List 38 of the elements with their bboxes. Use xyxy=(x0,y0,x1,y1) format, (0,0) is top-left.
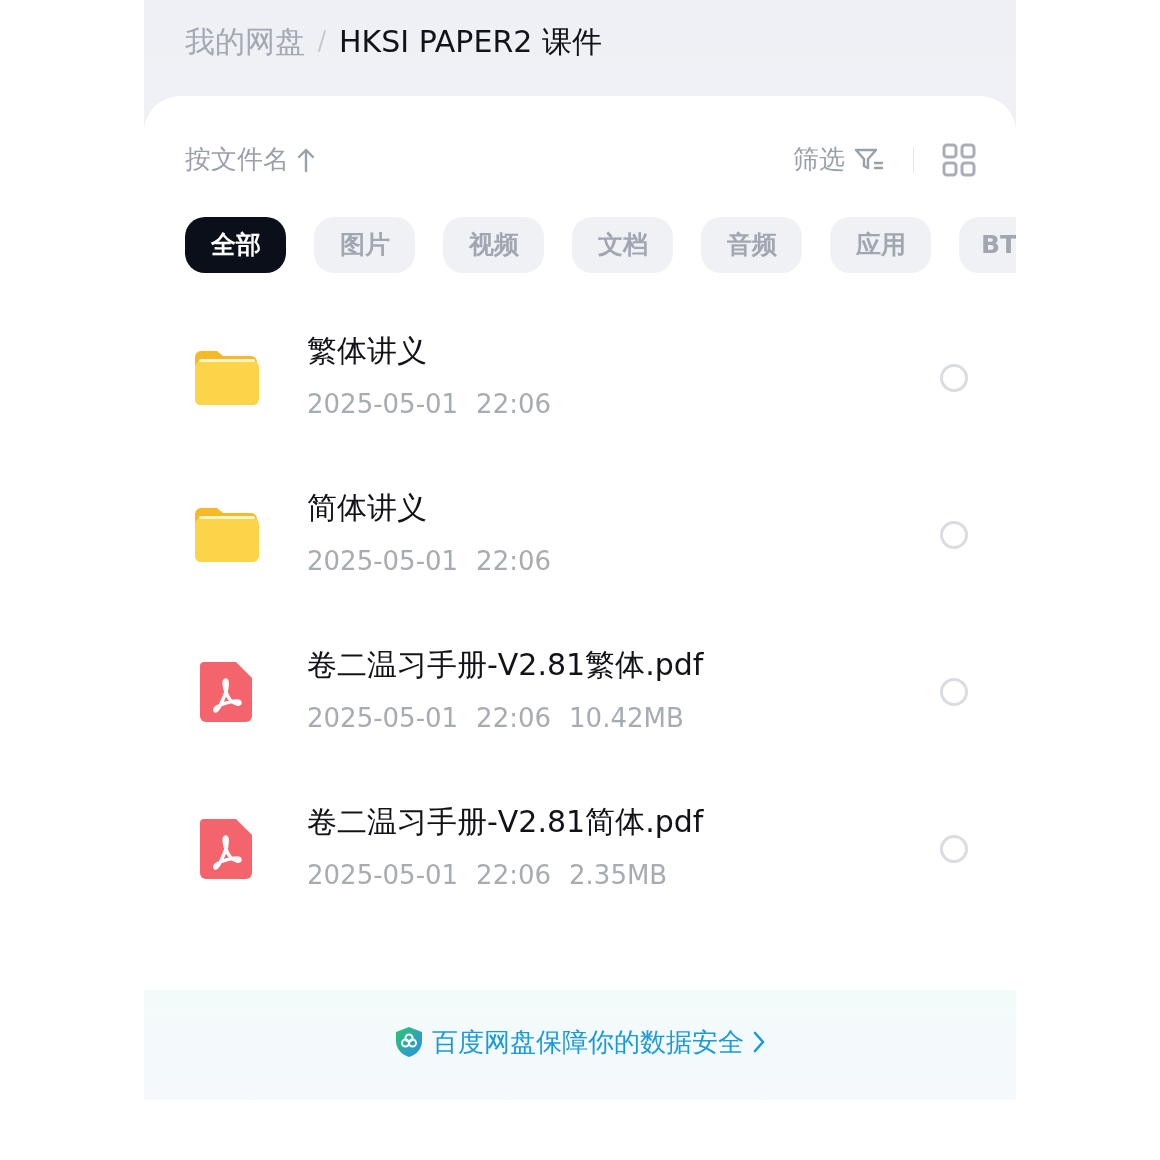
modified-time: 22:06 xyxy=(476,387,552,421)
filter-button[interactable]: 筛选 xyxy=(792,140,885,179)
pdf-file-icon xyxy=(200,818,252,879)
category-tab[interactable]: 全部 xyxy=(185,217,286,273)
security-notice-link[interactable]: 百度网盘保障你的数据安全 xyxy=(432,1022,744,1062)
select-radio[interactable] xyxy=(940,677,968,706)
file-size: 10.42MB xyxy=(569,701,684,735)
shield-icon xyxy=(394,1026,424,1058)
file-size: 2.35MB xyxy=(569,858,668,892)
category-tab[interactable]: 应用 xyxy=(830,217,931,273)
folder-icon xyxy=(193,348,259,407)
category-tab[interactable]: 视频 xyxy=(443,217,544,273)
grid-view-icon[interactable] xyxy=(942,142,976,177)
select-radio[interactable] xyxy=(940,520,968,549)
breadcrumb-link[interactable]: 我的网盘 xyxy=(185,18,305,64)
modified-date: 2025-05-01 xyxy=(307,544,459,578)
modified-time: 22:06 xyxy=(476,701,552,735)
sort-label[interactable]: 按文件名 xyxy=(185,140,289,179)
modified-time: 22:06 xyxy=(476,544,552,578)
select-radio[interactable] xyxy=(940,834,968,863)
current-folder-title: HKSI PAPER2 课件 xyxy=(339,22,602,61)
chevron-right-icon xyxy=(752,1030,766,1054)
select-radio[interactable] xyxy=(940,363,968,392)
file-name[interactable]: 卷二温习手册-V2.81繁体.pdf xyxy=(307,641,940,687)
breadcrumb-separator-icon xyxy=(317,29,327,53)
category-tab[interactable]: 文档 xyxy=(572,217,673,273)
modified-date: 2025-05-01 xyxy=(307,387,459,421)
pdf-file-icon xyxy=(200,661,252,722)
category-tab[interactable]: 音频 xyxy=(701,217,802,273)
file-name[interactable]: 简体讲义 xyxy=(307,484,940,530)
category-tab[interactable]: 图片 xyxy=(314,217,415,273)
modified-date: 2025-05-01 xyxy=(307,858,459,892)
modified-time: 22:06 xyxy=(476,858,552,892)
file-name[interactable]: 繁体讲义 xyxy=(307,327,940,373)
file-name[interactable]: 卷二温习手册-V2.81简体.pdf xyxy=(307,798,940,844)
folder-icon xyxy=(193,505,259,564)
sort-ascending-icon xyxy=(297,146,315,173)
modified-date: 2025-05-01 xyxy=(307,701,459,735)
